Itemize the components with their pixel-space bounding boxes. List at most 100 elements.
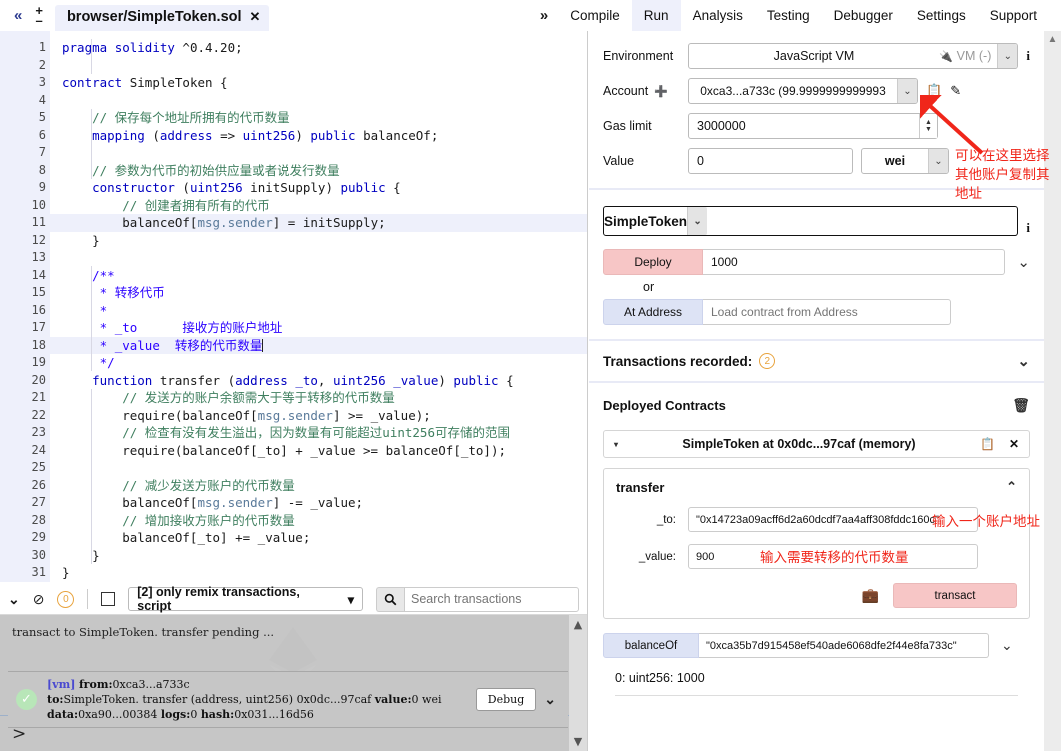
- code-lines[interactable]: pragma solidity ^0.4.20; contract Simple…: [50, 31, 587, 582]
- plus-circle-icon[interactable]: ➕: [654, 85, 668, 98]
- briefcase-icon[interactable]: 💼: [862, 587, 879, 604]
- scroll-down-icon[interactable]: ▼: [574, 735, 582, 748]
- deploy-expand-icon[interactable]: ⌄: [1017, 253, 1030, 271]
- account-label: Account: [603, 84, 649, 98]
- tab-run[interactable]: Run: [631, 0, 681, 31]
- chevron-down-icon[interactable]: ⌄: [1017, 352, 1030, 370]
- code-line: pragma solidity ^0.4.20;: [62, 40, 243, 55]
- hash-label: hash:: [200, 708, 235, 721]
- code-line: * _to 接收方的账户地址: [99, 320, 283, 335]
- tab-compile[interactable]: Compile: [558, 0, 632, 31]
- transaction-log-row[interactable]: ✓ [vm] from:0xca3...a733c to:SimpleToken…: [8, 671, 568, 728]
- environment-select[interactable]: JavaScript VM 🔌 VM (-) ⌄: [688, 43, 1019, 69]
- clear-console-icon[interactable]: ⊘: [33, 591, 45, 608]
- code-line: }: [62, 565, 70, 580]
- line-number: 30: [31, 547, 46, 562]
- trash-icon[interactable]: 🗑: [1012, 397, 1030, 414]
- close-icon[interactable]: ✕: [1009, 437, 1019, 451]
- transaction-filter-select[interactable]: [2] only remix transactions, script ▾: [128, 585, 363, 613]
- tab-settings[interactable]: Settings: [904, 0, 978, 31]
- account-dropdown-note: 可以在这里选择 其他账户复制其 地址: [955, 148, 1050, 201]
- transact-button[interactable]: transact: [893, 583, 1017, 608]
- transfer-function-header[interactable]: transfer ⌃: [616, 479, 1017, 495]
- collapse-terminal-icon[interactable]: ⌄: [8, 591, 20, 608]
- deploy-arg-input[interactable]: 1000: [703, 249, 1006, 275]
- terminal-scrollbar[interactable]: ▲ ▼: [569, 615, 587, 751]
- gas-limit-value: 3000000: [697, 119, 746, 133]
- tab-analysis[interactable]: Analysis: [680, 0, 755, 31]
- scroll-up-icon[interactable]: ▲: [1044, 31, 1061, 45]
- account-select[interactable]: 0xca3...a733c (99.9999999999993 ⌄: [688, 78, 918, 104]
- line-number: 23: [31, 425, 46, 439]
- contract-select-row: SimpleToken ⌄ i: [603, 206, 1030, 249]
- listen-network-checkbox[interactable]: [101, 592, 116, 606]
- line-number: 9▾: [0, 179, 59, 197]
- code-line: // 创建者拥有所有的代币: [122, 197, 270, 213]
- top-bar: « + – browser/SimpleToken.sol ✕ » Compil…: [0, 0, 1061, 31]
- tab-support[interactable]: Support: [977, 0, 1049, 31]
- line-number-gutter: 123▾456789▾1011121314▾151617181920▾21222…: [0, 31, 59, 582]
- at-address-button[interactable]: At Address: [603, 299, 703, 325]
- nav-tabs: » Compile Run Analysis Testing Debugger …: [536, 0, 1061, 31]
- expand-log-icon[interactable]: ⌄: [544, 692, 556, 708]
- line-number: 18: [31, 337, 46, 352]
- contract-name: SimpleToken: [604, 213, 688, 229]
- font-decrease-icon[interactable]: –: [36, 13, 43, 27]
- chevron-up-icon[interactable]: ⌃: [1006, 479, 1017, 495]
- search-input[interactable]: [404, 586, 579, 612]
- at-address-input[interactable]: [703, 299, 951, 325]
- line-number: 19: [31, 355, 46, 369]
- to-value: SimpleToken. transfer (address, uint256)…: [63, 693, 372, 706]
- tab-debugger[interactable]: Debugger: [821, 0, 905, 31]
- tab-testing[interactable]: Testing: [754, 0, 822, 31]
- chevron-down-icon[interactable]: ⌄: [687, 207, 708, 235]
- instance-name: SimpleToken at 0x0dc...97caf (memory): [682, 437, 916, 451]
- at-address-row: At Address: [603, 299, 1030, 325]
- chevron-down-icon[interactable]: ⌄: [897, 79, 917, 103]
- collapse-panel-icon[interactable]: «: [14, 8, 22, 23]
- chevron-down-icon[interactable]: ⌄: [928, 149, 948, 173]
- instance-header[interactable]: ▾ SimpleToken at 0x0dc...97caf (memory) …: [603, 430, 1030, 458]
- gas-limit-stepper[interactable]: ▲ ▼: [919, 114, 937, 138]
- search-icon[interactable]: [376, 586, 404, 612]
- page-scrollbar[interactable]: ▲: [1044, 31, 1061, 751]
- scroll-up-icon[interactable]: ▲: [574, 618, 582, 631]
- value-unit-select[interactable]: wei ⌄: [861, 148, 949, 174]
- file-tab-simpletoken[interactable]: browser/SimpleToken.sol ✕: [54, 5, 270, 31]
- gas-limit-input[interactable]: 3000000 ▲ ▼: [688, 113, 938, 139]
- environment-info-icon[interactable]: i: [1026, 48, 1030, 64]
- code-line: }: [62, 232, 100, 248]
- deploy-row: Deploy 1000 ⌄: [603, 249, 1030, 275]
- chevron-down-icon[interactable]: ⌄: [997, 44, 1018, 68]
- value-input[interactable]: 0: [688, 148, 853, 174]
- line-number: 16: [31, 302, 46, 317]
- close-icon[interactable]: ✕: [250, 9, 261, 25]
- code-line: // 参数为代币的初始供应量或者说发行数量: [92, 162, 340, 178]
- terminal-output[interactable]: transact to SimpleToken. transfer pendin…: [0, 615, 587, 751]
- expand-tabs-icon[interactable]: »: [536, 7, 558, 31]
- font-size-stepper[interactable]: + –: [35, 4, 43, 27]
- debug-button[interactable]: Debug: [475, 688, 537, 711]
- transactions-recorded-label: Transactions recorded:: [603, 353, 753, 369]
- contract-info-icon[interactable]: i: [1026, 220, 1030, 236]
- line-number: 29: [31, 530, 46, 544]
- or-separator-label: or: [643, 280, 655, 294]
- copy-icon[interactable]: 📋: [926, 83, 942, 99]
- deploy-button[interactable]: Deploy: [603, 249, 703, 275]
- balanceof-button[interactable]: balanceOf: [603, 633, 699, 658]
- copy-icon[interactable]: 📋: [980, 437, 995, 451]
- to-field-note: 输入一个账户地址: [932, 514, 1040, 529]
- edit-icon[interactable]: ✎: [950, 83, 961, 99]
- hash-value: 0x031...16d56: [234, 708, 314, 721]
- contract-select[interactable]: SimpleToken ⌄: [603, 206, 1019, 236]
- vm-tag: [vm]: [47, 678, 76, 691]
- chevron-down-icon[interactable]: ⌄: [1001, 637, 1013, 654]
- line-number: 27: [31, 495, 46, 509]
- gas-limit-row: Gas limit 3000000 ▲ ▼: [603, 113, 1030, 139]
- code-editor[interactable]: 123▾456789▾1011121314▾151617181920▾21222…: [0, 31, 588, 584]
- code-line: // 减少发送方账户的代币数量: [122, 477, 295, 493]
- line-number: 24: [31, 442, 46, 457]
- transactions-recorded-header[interactable]: Transactions recorded: 2 ⌄: [589, 341, 1044, 383]
- balanceof-input[interactable]: "0xca35b7d915458ef540ade6068dfe2f44e8fa7…: [699, 633, 989, 658]
